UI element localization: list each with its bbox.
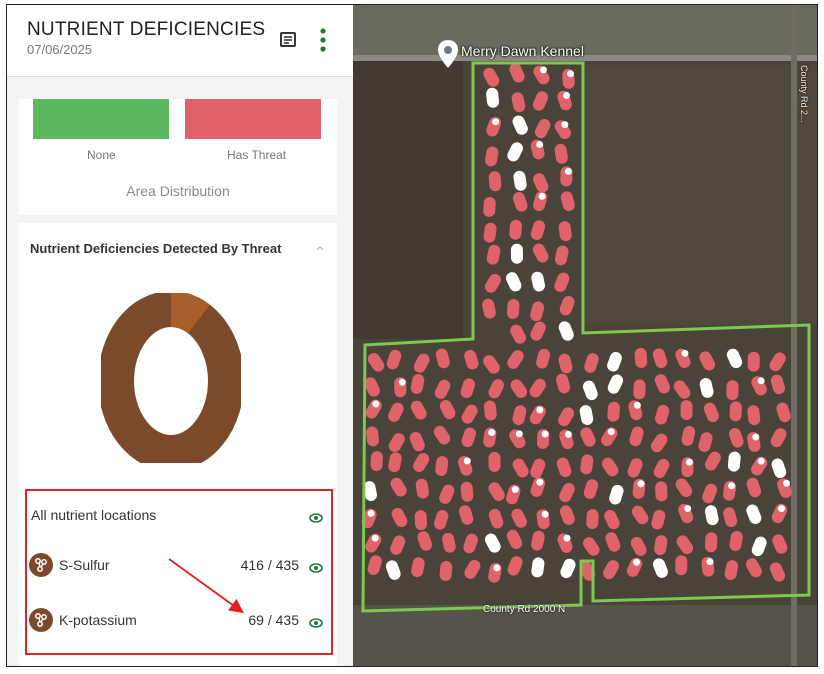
molecule-icon xyxy=(29,553,53,577)
nutrient-marker-dot xyxy=(567,70,575,78)
notes-icon[interactable] xyxy=(279,31,297,49)
legend-item-potassium-label: K-potassium xyxy=(59,612,137,628)
nutrient-marker-dot xyxy=(536,478,544,486)
nutrient-marker xyxy=(747,351,760,372)
eye-icon[interactable] xyxy=(309,618,323,628)
nutrient-marker-dot xyxy=(684,505,692,513)
nutrient-marker-dot xyxy=(536,141,544,149)
nutrient-marker-dot xyxy=(563,534,571,542)
nutrient-marker-dot xyxy=(561,121,569,129)
nutrient-marker-dot xyxy=(757,377,765,385)
page-title: NUTRIENT DEFICIENCIES xyxy=(27,19,266,40)
nutrient-marker-dot xyxy=(511,485,519,493)
nutrient-marker xyxy=(370,451,383,472)
nutrient-marker xyxy=(488,451,501,472)
threat-card-title: Nutrient Deficiencies Detected By Threat xyxy=(30,241,282,256)
nutrient-marker-dot xyxy=(681,349,689,357)
page-date: 07/06/2025 xyxy=(27,42,93,57)
chevron-up-icon[interactable] xyxy=(315,243,325,253)
donut-ring xyxy=(101,293,241,463)
legend-item-sulfur-label: S-Sulfur xyxy=(59,557,110,573)
nutrient-marker-dot xyxy=(607,428,615,436)
all-locations-label: All nutrient locations xyxy=(31,507,157,523)
nutrient-marker-dot xyxy=(728,482,736,490)
nutrient-marker-dot xyxy=(783,479,791,487)
threat-card: Nutrient Deficiencies Detected By Threat… xyxy=(19,223,337,666)
has-threat-label: Has Threat xyxy=(227,148,287,162)
satellite-map[interactable] xyxy=(353,5,817,666)
threat-donut-chart xyxy=(101,293,241,463)
nutrient-marker xyxy=(414,510,428,531)
nutrient-marker xyxy=(634,347,648,368)
molecule-icon xyxy=(29,608,53,632)
road-vertical-label: County Rd 2... xyxy=(799,65,809,123)
legend-item-potassium-count: 69 / 435 xyxy=(248,612,299,628)
app-frame: NUTRIENT DEFICIENCIES 07/06/2025 None Ha… xyxy=(6,4,818,667)
nutrient-marker xyxy=(655,481,668,502)
nutrient-marker xyxy=(729,401,742,422)
nutrient-marker-dot xyxy=(539,66,547,74)
left-panel: NUTRIENT DEFICIENCIES 07/06/2025 None Ha… xyxy=(7,5,353,666)
nutrient-marker-dot xyxy=(371,534,379,542)
nutrient-marker-dot xyxy=(541,510,549,518)
nutrient-marker-dot xyxy=(685,458,693,466)
nutrient-marker-dot xyxy=(515,430,523,438)
nutrient-marker-dot xyxy=(564,167,572,175)
nutrient-marker xyxy=(488,171,502,192)
has-threat-bar xyxy=(185,99,321,139)
road-label: County Rd 2000 N xyxy=(483,604,566,615)
eye-icon[interactable] xyxy=(309,513,323,523)
nutrient-marker-dot xyxy=(706,558,714,566)
nutrient-marker-dot xyxy=(564,430,572,438)
eye-icon[interactable] xyxy=(309,563,323,573)
legend-box: All nutrient locations S-Sulfur 416 / 43… xyxy=(25,489,333,655)
nutrient-marker xyxy=(633,379,646,400)
nutrient-marker-dot xyxy=(752,433,760,441)
none-bar xyxy=(33,99,169,139)
nutrient-marker xyxy=(726,380,739,401)
map-pin-icon[interactable] xyxy=(437,39,459,69)
area-distribution-title: Area Distribution xyxy=(126,183,230,199)
nutrient-marker-dot xyxy=(367,509,375,517)
legend-item-sulfur-count: 416 / 435 xyxy=(240,557,299,573)
nutrient-marker-dot xyxy=(492,118,500,126)
nutrient-marker-dot xyxy=(563,92,571,100)
nutrient-marker-dot xyxy=(757,457,765,465)
nutrient-marker-dot xyxy=(778,504,786,512)
donut-slice-potassium xyxy=(169,293,211,334)
nutrient-marker-dot xyxy=(538,192,546,200)
nutrient-marker-dot xyxy=(633,401,641,409)
nutrient-marker xyxy=(506,298,520,319)
nutrient-marker xyxy=(704,532,718,553)
nutrient-marker-dot xyxy=(637,480,645,488)
panel-header: NUTRIENT DEFICIENCIES 07/06/2025 xyxy=(7,5,353,77)
nutrient-marker xyxy=(675,555,688,576)
more-vertical-icon[interactable] xyxy=(319,27,327,53)
nutrient-marker-dot xyxy=(463,457,471,465)
nutrient-marker-dot xyxy=(398,378,406,386)
map-pin-label: Merry Dawn Kennel xyxy=(461,43,584,59)
nutrient-marker-dot xyxy=(488,429,496,437)
nutrient-marker xyxy=(586,509,599,530)
nutrient-marker xyxy=(680,400,693,421)
nutrient-marker-dot xyxy=(633,558,641,566)
nutrient-marker-dot xyxy=(536,406,544,414)
nutrient-marker xyxy=(483,196,496,217)
nutrient-marker xyxy=(510,243,523,264)
nutrient-marker-dot xyxy=(372,400,380,408)
field-map[interactable]: Merry Dawn Kennel County Rd 2000 N Count… xyxy=(353,5,817,666)
none-label: None xyxy=(87,148,116,162)
nutrient-marker-dot xyxy=(541,430,549,438)
nutrient-marker-dot xyxy=(493,564,501,572)
area-distribution-card: None Has Threat Area Distribution xyxy=(19,99,337,215)
